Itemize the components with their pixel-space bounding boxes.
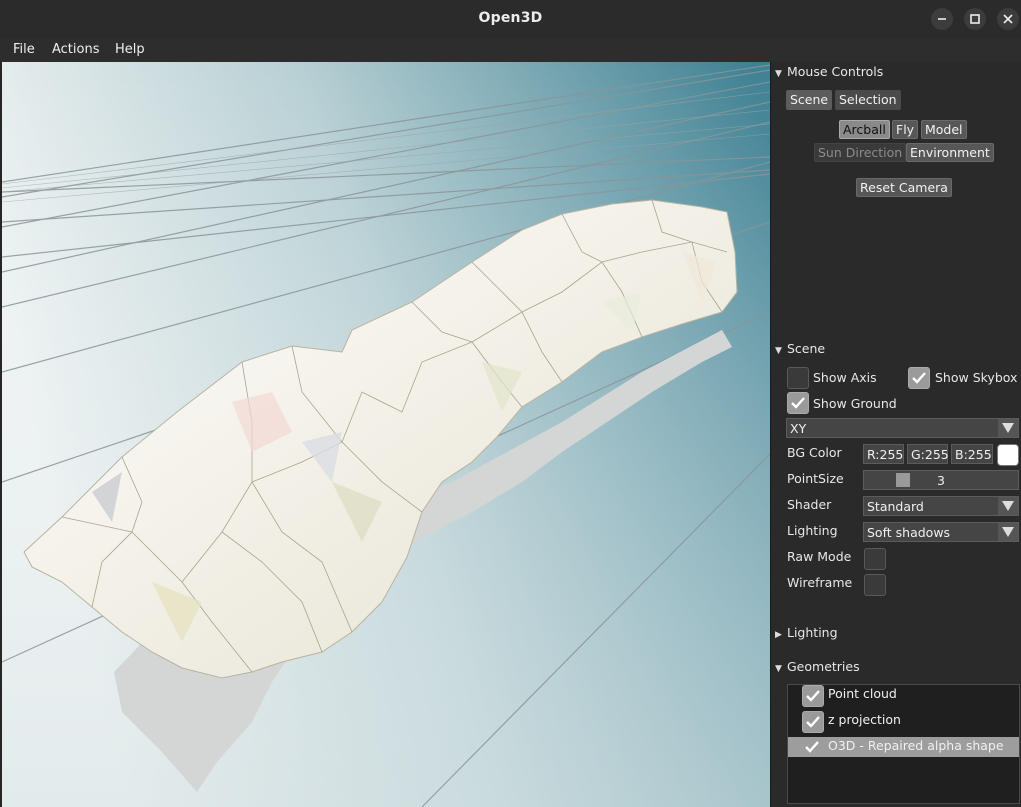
- show-skybox-label: Show Skybox: [935, 370, 1018, 385]
- menu-bar: File Actions Help: [0, 38, 1021, 62]
- checkmark-icon: [806, 690, 820, 702]
- close-icon: [1003, 14, 1013, 24]
- shader-value: Standard: [867, 499, 924, 514]
- scene-render[interactable]: [2, 62, 770, 807]
- geometries-header[interactable]: ▼ Geometries: [775, 659, 860, 674]
- lighting-header[interactable]: ▶ Lighting: [775, 625, 838, 640]
- bg-blue-field[interactable]: B:255: [951, 444, 993, 464]
- ground-plane-value: XY: [790, 421, 807, 436]
- show-axis-label: Show Axis: [813, 370, 877, 385]
- bg-color-label: BG Color: [787, 445, 842, 460]
- fly-button[interactable]: Fly: [892, 120, 919, 139]
- shader-dropdown[interactable]: Standard: [863, 496, 1019, 516]
- show-ground-label: Show Ground: [813, 396, 897, 411]
- wireframe-checkbox[interactable]: [864, 574, 886, 596]
- checkmark-icon: [912, 372, 926, 384]
- slider-thumb[interactable]: [896, 473, 910, 487]
- dropdown-arrow-icon: [998, 497, 1018, 515]
- collapsed-triangle-icon: ▶: [775, 630, 782, 640]
- 3d-viewport[interactable]: [2, 62, 770, 807]
- geometries-list: Point cloud z projection O3D - Repaired …: [787, 684, 1020, 804]
- point-size-slider[interactable]: 3: [863, 470, 1019, 490]
- settings-panel: ▼ Mouse Controls Scene Selection Arcball …: [770, 62, 1021, 807]
- title-bar[interactable]: Open3D: [0, 0, 1021, 39]
- menu-help[interactable]: Help: [115, 42, 145, 57]
- close-button[interactable]: [997, 8, 1019, 30]
- menu-actions[interactable]: Actions: [52, 42, 100, 57]
- geometry-visible-checkbox[interactable]: [802, 711, 824, 733]
- bg-red-field[interactable]: R:255: [863, 444, 904, 464]
- geometry-name: z projection: [828, 712, 901, 727]
- dropdown-arrow-icon: [998, 419, 1018, 437]
- scene-header[interactable]: ▼ Scene: [775, 341, 825, 356]
- minimize-icon: [938, 18, 946, 20]
- expanded-triangle-icon: ▼: [775, 664, 782, 674]
- raw-mode-label: Raw Mode: [787, 549, 852, 564]
- wireframe-label: Wireframe: [787, 575, 853, 590]
- checkmark-icon: [805, 741, 819, 753]
- window-title: Open3D: [478, 10, 543, 26]
- point-size-value: 3: [937, 473, 945, 488]
- checkmark-icon: [806, 716, 820, 728]
- list-item[interactable]: z projection: [788, 711, 1019, 733]
- expanded-triangle-icon: ▼: [775, 69, 782, 79]
- geometry-name: Point cloud: [828, 686, 897, 701]
- reset-camera-button[interactable]: Reset Camera: [856, 178, 952, 197]
- environment-button[interactable]: Environment: [906, 143, 994, 162]
- arcball-button[interactable]: Arcball: [839, 120, 890, 139]
- lighting-dropdown[interactable]: Soft shadows: [863, 522, 1019, 542]
- geometry-visible-checkbox[interactable]: [802, 685, 824, 707]
- lighting-value: Soft shadows: [867, 525, 951, 540]
- list-item[interactable]: Point cloud: [788, 685, 1019, 707]
- bg-color-swatch[interactable]: [997, 444, 1019, 466]
- show-axis-checkbox[interactable]: [787, 367, 809, 389]
- maximize-button[interactable]: [964, 8, 986, 30]
- lighting-label: Lighting: [787, 523, 838, 538]
- dropdown-arrow-icon: [998, 523, 1018, 541]
- raw-mode-checkbox[interactable]: [864, 548, 886, 570]
- app-window: Open3D File Actions Help ▼ Mouse Control…: [0, 0, 1021, 807]
- tab-scene[interactable]: Scene: [786, 90, 833, 110]
- tab-selection[interactable]: Selection: [835, 90, 901, 110]
- minimize-button[interactable]: [931, 8, 953, 30]
- model-button[interactable]: Model: [921, 120, 967, 139]
- geometry-name: O3D - Repaired alpha shape: [828, 738, 1004, 753]
- shader-label: Shader: [787, 497, 832, 512]
- ground-plane-dropdown[interactable]: XY: [786, 418, 1019, 438]
- sun-direction-button[interactable]: Sun Direction: [814, 143, 907, 162]
- menu-file[interactable]: File: [13, 42, 35, 57]
- expanded-triangle-icon: ▼: [775, 346, 782, 356]
- bg-green-field[interactable]: G:255: [907, 444, 949, 464]
- show-skybox-checkbox[interactable]: [908, 367, 930, 389]
- list-item[interactable]: O3D - Repaired alpha shape: [788, 737, 1019, 757]
- checkmark-icon: [791, 397, 805, 409]
- maximize-icon: [970, 14, 980, 24]
- show-ground-checkbox[interactable]: [787, 392, 809, 414]
- point-size-label: PointSize: [787, 471, 844, 486]
- geometry-visible-checkbox[interactable]: [804, 739, 820, 759]
- mouse-controls-header[interactable]: ▼ Mouse Controls: [775, 64, 883, 79]
